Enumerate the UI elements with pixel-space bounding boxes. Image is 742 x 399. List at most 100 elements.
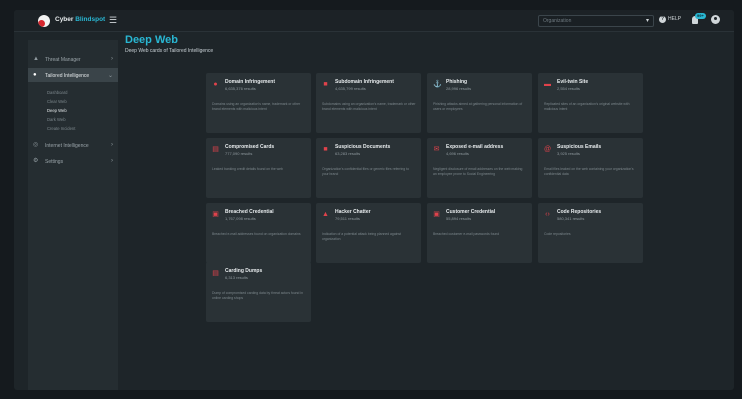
chat-icon: ▲ — [322, 211, 329, 218]
card-title: Suspicious Documents — [335, 144, 391, 150]
card-count: 6,313 results — [225, 275, 248, 280]
envelope-icon: ✉ — [433, 146, 440, 153]
sidebar-item-tailored-intelligence[interactable]: ● Tailored Intelligence ⌄ — [28, 68, 118, 82]
card-customer-credential[interactable]: ▣ Customer Credential 55,894 results Bre… — [427, 203, 532, 263]
page-title: Deep Web — [125, 34, 178, 46]
card-hacker-chatter[interactable]: ▲ Hacker Chatter 79,511 results Indicati… — [316, 203, 421, 263]
card-title: Subdomain Infringement — [335, 79, 394, 85]
card-description: Code repositories — [544, 232, 571, 236]
card-title: Evil-twin Site — [557, 79, 589, 85]
organization-placeholder: Organization — [543, 18, 572, 24]
chevron-down-icon: ▾ — [645, 18, 649, 24]
sidebar-subitem-clear-web[interactable]: Clear Web — [47, 99, 67, 104]
page-subtitle: Deep Web cards of Tailored Intelligence — [125, 48, 214, 54]
card-count: 3,925 results — [557, 151, 580, 156]
card-description: Breached e-mail addresses found on organ… — [212, 232, 301, 236]
card-count: 55,894 results — [446, 216, 472, 221]
card-description: Dump of compromised carding data by thre… — [212, 291, 304, 300]
sidebar-subitem-dark-web[interactable]: Dark Web — [47, 117, 66, 122]
card-code-repositories[interactable]: ‹› Code Repositories 580,341 results Cod… — [538, 203, 643, 263]
card-domain-infringement[interactable]: ● Domain Infringement 6,635,376 results … — [206, 73, 311, 133]
folder-icon: ■ — [323, 146, 328, 153]
card-description: Organization's confidential files or gen… — [322, 167, 409, 176]
card-count: 28,996 results — [446, 86, 472, 91]
top-bar: Cyber Blindspot ☰ Organization ▾ ? HELP 9… — [14, 10, 734, 32]
card-count: 580,341 results — [557, 216, 585, 221]
user-icon: ● — [33, 72, 37, 78]
user-icon[interactable] — [711, 15, 720, 24]
sidebar-item-internet-intelligence[interactable]: ◎ Internet Intelligence › — [28, 138, 118, 152]
card-breached-credential[interactable]: ▣ Breached Credential 1,767,098 results … — [206, 203, 311, 263]
brand-logo[interactable] — [38, 15, 50, 27]
card-description: Leaked banking credit details found on t… — [212, 167, 283, 171]
card-subdomain-infringement[interactable]: ■ Subdomain Infringement 4,635,799 resul… — [316, 73, 421, 133]
card-description: Replicated sites of an organization's or… — [544, 102, 630, 111]
sidebar-item-label: Internet Intelligence — [45, 142, 89, 149]
credit-card-icon: ▤ — [212, 270, 219, 277]
card-description: Breached customer e-mail passwords found — [433, 232, 500, 236]
twin-icon: ▬ — [544, 81, 551, 88]
card-exposed-email-address[interactable]: ✉ Exposed e-mail address 4,696 results N… — [427, 138, 532, 198]
chevron-down-icon: ⌄ — [107, 72, 113, 79]
card-count: 79,511 results — [335, 216, 360, 221]
brand-accent: Blindspot — [75, 16, 106, 23]
card-count: 4,696 results — [446, 151, 469, 156]
sidebar-item-label: Settings — [45, 158, 64, 165]
card-description: Domains using an organization's name, tr… — [212, 102, 301, 111]
card-title: Code Repositories — [557, 209, 602, 215]
chevron-right-icon: › — [111, 157, 113, 164]
at-sign-icon: @ — [544, 146, 552, 153]
card-description: Email files leaked on the web containing… — [544, 167, 634, 176]
card-title: Breached Credential — [225, 209, 274, 215]
card-title: Domain Infringement — [225, 79, 276, 85]
card-count: 4,635,799 results — [335, 86, 366, 91]
credit-card-icon: ▤ — [212, 146, 219, 153]
sidebar: ▲ Threat Manager › ● Tailored Intelligen… — [28, 40, 118, 390]
card-count: 777,090 results — [225, 151, 253, 156]
sidebar-subitem-dashboard[interactable]: Dashboard — [47, 90, 68, 95]
card-suspicious-documents[interactable]: ■ Suspicious Documents 63,283 results Or… — [316, 138, 421, 198]
card-description: Subdomains using an organization's name,… — [322, 102, 416, 111]
sidebar-item-threat-manager[interactable]: ▲ Threat Manager › — [28, 52, 118, 66]
brand-name[interactable]: Cyber Blindspot — [55, 16, 105, 23]
card-phishing[interactable]: ⚓ Phishing 28,996 results Phishing attac… — [427, 73, 532, 133]
help-icon: ? — [659, 16, 666, 23]
card-description: Negligent disclosure of email addresses … — [433, 167, 523, 176]
card-count: 1,767,098 results — [225, 216, 256, 221]
card-title: Compromised Cards — [225, 144, 275, 150]
lock-icon: ▣ — [433, 211, 440, 218]
organization-select[interactable]: Organization ▾ — [538, 15, 654, 27]
card-compromised-cards[interactable]: ▤ Compromised Cards 777,090 results Leak… — [206, 138, 311, 198]
card-title: Customer Credential — [446, 209, 496, 215]
layers-icon: ■ — [323, 81, 328, 88]
card-title: Exposed e-mail address — [446, 144, 504, 150]
card-count: 6,635,376 results — [225, 86, 256, 91]
card-suspicious-emails[interactable]: @ Suspicious Emails 3,925 results Email … — [538, 138, 643, 198]
card-title: Hacker Chatter — [335, 209, 371, 215]
app-window: Cyber Blindspot ☰ Organization ▾ ? HELP 9… — [14, 10, 734, 390]
gear-icon: ⚙ — [33, 158, 39, 164]
card-count: 63,283 results — [335, 151, 361, 156]
card-description: Indication of a potential attack being p… — [322, 232, 401, 241]
sidebar-subitem-create-incident[interactable]: Create Incident — [47, 126, 75, 131]
help-button[interactable]: ? HELP — [659, 16, 681, 23]
card-count: 2,554 results — [557, 86, 580, 91]
chevron-right-icon: › — [111, 55, 113, 62]
sidebar-item-label: Tailored Intelligence — [45, 72, 90, 79]
card-title: Phishing — [446, 79, 468, 85]
hamburger-icon[interactable]: ☰ — [109, 15, 117, 25]
alert-circle-icon: ● — [213, 81, 218, 88]
code-icon: ‹› — [545, 211, 550, 218]
globe-icon: ◎ — [33, 142, 39, 148]
sidebar-item-label: Threat Manager — [45, 56, 81, 63]
sidebar-subitem-deep-web[interactable]: Deep Web — [47, 108, 67, 113]
chevron-right-icon: › — [111, 141, 113, 148]
sidebar-item-settings[interactable]: ⚙ Settings › — [28, 154, 118, 168]
hook-icon: ⚓ — [433, 81, 442, 88]
card-carding-dumps[interactable]: ▤ Carding Dumps 6,313 results Dump of co… — [206, 262, 311, 322]
card-evil-twin-site[interactable]: ▬ Evil-twin Site 2,554 results Replicate… — [538, 73, 643, 133]
card-title: Carding Dumps — [225, 268, 263, 274]
card-title: Suspicious Emails — [557, 144, 602, 150]
brand-prefix: Cyber — [55, 16, 76, 23]
warning-icon: ▲ — [33, 56, 39, 62]
